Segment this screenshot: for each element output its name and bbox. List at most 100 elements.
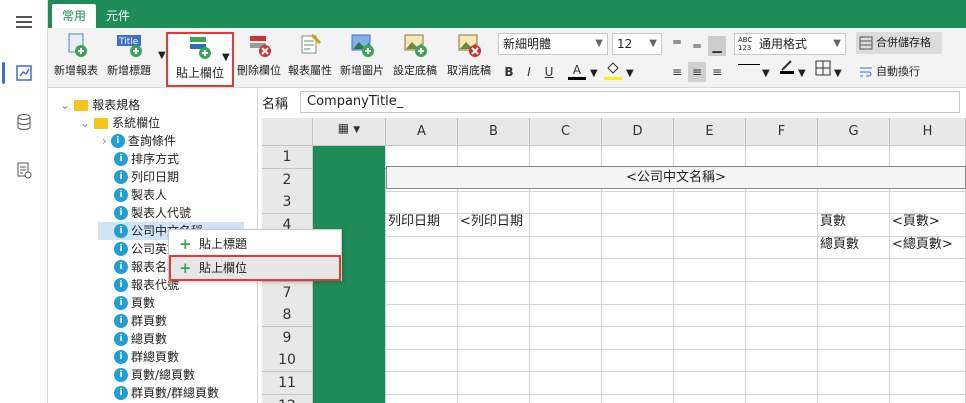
- grid-cell[interactable]: [458, 236, 530, 260]
- cell-company-title[interactable]: <公司中文名稱>: [386, 166, 966, 189]
- grid-cell[interactable]: [674, 326, 746, 350]
- grid-cell[interactable]: [890, 281, 966, 305]
- grid-cell[interactable]: [458, 281, 530, 305]
- grid-cell[interactable]: [818, 259, 890, 282]
- tree-item[interactable]: i 頁數/總頁數: [114, 366, 195, 384]
- tree-item[interactable]: i 群頁數: [114, 312, 167, 330]
- borders-dropdown-arrow[interactable]: ▼: [834, 68, 842, 79]
- menu-item-paste-field[interactable]: + 貼上欄位: [169, 255, 341, 281]
- grid-cell[interactable]: [746, 259, 818, 282]
- tree-item[interactable]: i 群頁數/群總頁數: [114, 384, 219, 402]
- align-middle-icon[interactable]: ═: [688, 36, 706, 56]
- row-header[interactable]: 7: [262, 281, 313, 305]
- new-image-button[interactable]: 新增圖片: [337, 32, 387, 84]
- band-cell[interactable]: [313, 326, 386, 350]
- grid-cell[interactable]: [530, 213, 602, 237]
- grid-cell[interactable]: [530, 281, 602, 305]
- set-background-button[interactable]: 設定底稿: [389, 32, 441, 84]
- cell-page-label[interactable]: 頁數: [818, 211, 890, 233]
- grid-cell[interactable]: [746, 349, 818, 373]
- tree-root-node[interactable]: ⌄ 報表規格: [60, 96, 140, 114]
- grid-cell[interactable]: [746, 191, 818, 215]
- row-header[interactable]: 1: [262, 146, 313, 169]
- cell-total-page-value[interactable]: <總頁數>: [890, 234, 966, 256]
- grid-cell[interactable]: [386, 304, 458, 328]
- report-settings-icon[interactable]: [12, 158, 36, 182]
- borders-grid-icon[interactable]: [814, 60, 832, 80]
- align-top-icon[interactable]: ═: [668, 32, 686, 52]
- tree-item[interactable]: i 製表人: [114, 186, 167, 204]
- column-header-h[interactable]: H: [890, 118, 966, 146]
- number-format-select[interactable]: ABC 123 通用格式 ▼: [734, 33, 846, 55]
- new-title-button[interactable]: Title 新增標題: [102, 32, 156, 84]
- grid-cell[interactable]: [746, 326, 818, 350]
- column-header-c[interactable]: C: [530, 118, 602, 146]
- grid-cell[interactable]: [890, 349, 966, 373]
- border-line-style-icon[interactable]: [738, 64, 760, 65]
- grid-cell[interactable]: [674, 191, 746, 215]
- cell-page-value[interactable]: <頁數>: [890, 211, 966, 233]
- grid-cell[interactable]: [746, 304, 818, 328]
- grid-cell[interactable]: [674, 281, 746, 305]
- grid-cell[interactable]: [530, 349, 602, 373]
- grid-cell[interactable]: [890, 326, 966, 350]
- grid-cell[interactable]: [818, 281, 890, 305]
- band-cell[interactable]: [313, 191, 386, 215]
- align-right-icon[interactable]: ≡: [708, 62, 726, 82]
- cell-total-page-label[interactable]: 總頁數: [818, 234, 890, 256]
- tree-item[interactable]: i 排序方式: [114, 150, 179, 168]
- corner-header[interactable]: [262, 118, 313, 146]
- paste-field-dropdown-arrow[interactable]: ▼: [222, 52, 230, 63]
- band-cell[interactable]: [313, 281, 386, 305]
- grid-cell[interactable]: [458, 372, 530, 395]
- border-color-icon[interactable]: [778, 58, 796, 78]
- grid-cell[interactable]: [602, 349, 674, 373]
- grid-cell[interactable]: [530, 259, 602, 282]
- fill-color-dropdown-arrow[interactable]: ▼: [626, 68, 634, 79]
- tree-item[interactable]: i 總頁數: [114, 330, 167, 348]
- row-header[interactable]: 12: [262, 394, 313, 403]
- border-color-dropdown-arrow[interactable]: ▼: [798, 68, 806, 79]
- fill-color-button[interactable]: [604, 60, 622, 80]
- row-header[interactable]: 11: [262, 372, 313, 395]
- font-size-select[interactable]: 12 ▼: [612, 33, 662, 55]
- grid-cell[interactable]: [530, 326, 602, 350]
- grid-cell[interactable]: [386, 236, 458, 260]
- name-input[interactable]: CompanyTitle_: [300, 91, 960, 113]
- grid-cell[interactable]: [530, 394, 602, 403]
- grid-cell[interactable]: [674, 236, 746, 260]
- font-color-button[interactable]: A: [568, 60, 586, 80]
- grid-cell[interactable]: [746, 213, 818, 237]
- line-style-dropdown-arrow[interactable]: ▼: [762, 68, 770, 79]
- grid-cell[interactable]: [818, 349, 890, 373]
- tree-item[interactable]: i 製表人代號: [114, 204, 191, 222]
- tree-system-fields-node[interactable]: ⌄ 系統欄位: [80, 114, 160, 132]
- grid-cell[interactable]: [818, 372, 890, 395]
- cancel-background-button[interactable]: 取消底稿: [443, 32, 495, 84]
- report-attributes-button[interactable]: 報表屬性: [285, 32, 335, 84]
- grid-cell[interactable]: [602, 191, 674, 215]
- align-center-icon[interactable]: ≡: [688, 62, 706, 82]
- grid-cell[interactable]: [386, 349, 458, 373]
- font-name-select[interactable]: 新細明體 ▼: [498, 33, 608, 55]
- row-header[interactable]: 10: [262, 349, 313, 373]
- cell-print-date-label[interactable]: 列印日期: [386, 211, 458, 233]
- grid-cell[interactable]: [674, 304, 746, 328]
- grid-cell[interactable]: [674, 394, 746, 403]
- column-header-a[interactable]: A: [386, 118, 458, 146]
- grid-cell[interactable]: [746, 281, 818, 305]
- column-header-g[interactable]: G: [818, 118, 890, 146]
- grid-cell[interactable]: [458, 304, 530, 328]
- row-header[interactable]: 2: [262, 168, 313, 192]
- database-icon[interactable]: [12, 110, 36, 134]
- grid-cell[interactable]: [458, 259, 530, 282]
- grid-cell[interactable]: [674, 259, 746, 282]
- tree-item[interactable]: i 列印日期: [114, 168, 179, 186]
- grid-cell[interactable]: [602, 281, 674, 305]
- wrap-text-button[interactable]: 自動換行: [856, 62, 942, 82]
- grid-cell[interactable]: [386, 394, 458, 403]
- menu-item-paste-title[interactable]: + 貼上標題: [171, 233, 339, 255]
- grid-cell[interactable]: [890, 259, 966, 282]
- grid-cell[interactable]: [530, 372, 602, 395]
- band-cell[interactable]: [313, 146, 386, 169]
